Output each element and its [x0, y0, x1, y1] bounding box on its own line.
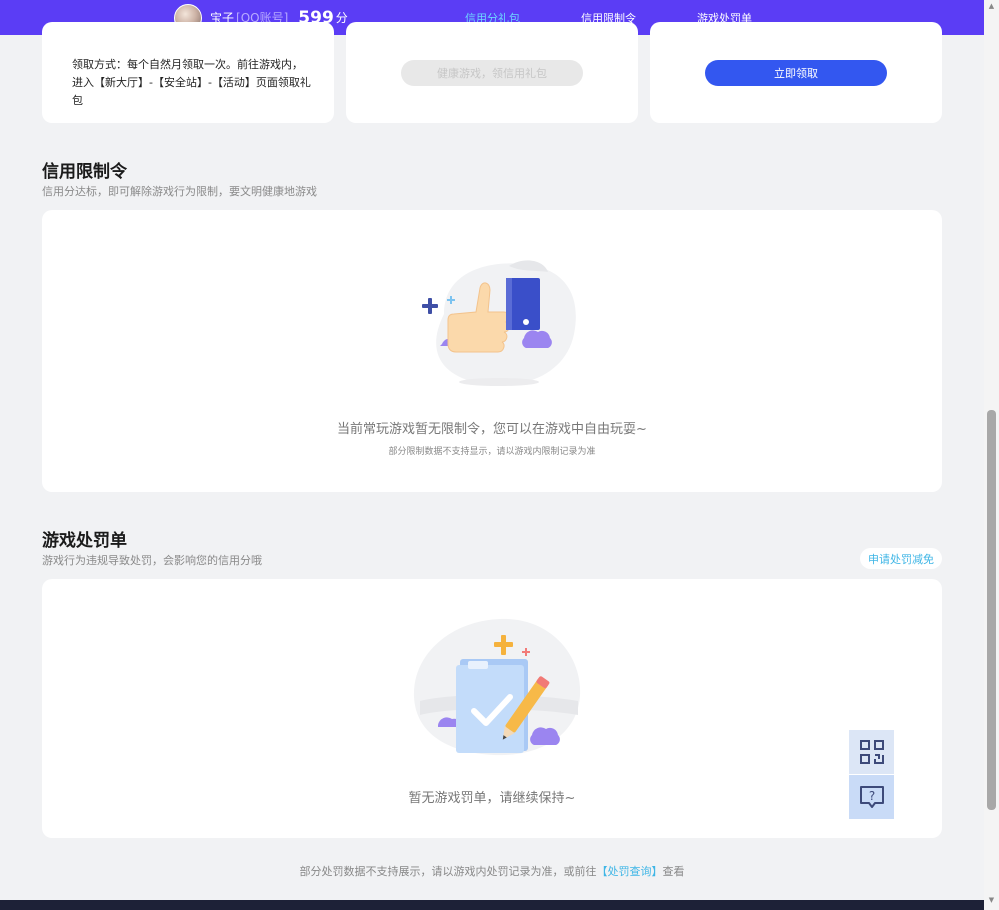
scroll-down-arrow[interactable]: ▼	[987, 896, 996, 905]
svg-text:?: ?	[868, 789, 874, 803]
gift-card-2: 健康游戏，领信用礼包	[346, 22, 638, 123]
page-footer-bar	[0, 900, 984, 910]
restriction-empty-note: 部分限制数据不支持显示，请以游戏内限制记录为准	[388, 447, 596, 457]
apply-penalty-reduction-button[interactable]: 申请处罚减免	[860, 548, 942, 569]
claim-instructions: 领取方式：每个自然月领取一次。前往游戏内，进入【新大厅】-【安全站】-【活动】页…	[72, 58, 311, 107]
penalty-section-subtitle: 游戏行为违规导致处罚，会影响您的信用分哦	[42, 554, 262, 567]
claim-now-button[interactable]: 立即领取	[705, 60, 887, 86]
scrollbar-thumb[interactable]	[987, 410, 996, 810]
footer-note-suffix: 查看	[662, 865, 685, 878]
gift-card-1: 领取方式：每个自然月领取一次。前往游戏内，进入【新大厅】-【安全站】-【活动】页…	[42, 22, 334, 123]
scroll-up-arrow[interactable]: ▲	[987, 2, 996, 11]
help-chat-icon: ?	[859, 786, 884, 808]
health-gift-button[interactable]: 健康游戏，领信用礼包	[401, 60, 583, 86]
footer-note-text: 部分处罚数据不支持展示，请以游戏内处罚记录为准，或前往	[299, 865, 597, 878]
help-button[interactable]: ?	[849, 775, 894, 819]
restriction-panel: 当前常玩游戏暂无限制令，您可以在游戏中自由玩耍~ 部分限制数据不支持显示，请以游…	[42, 210, 942, 492]
gift-card-3: 立即领取	[650, 22, 942, 123]
restriction-section-title: 信用限制令	[42, 162, 127, 182]
qr-code-icon	[859, 740, 884, 764]
thumbs-up-illustration	[422, 260, 576, 386]
penalty-section-title: 游戏处罚单	[42, 531, 127, 551]
qr-code-button[interactable]	[849, 730, 894, 774]
penalty-query-link[interactable]: 【处罚查询】	[597, 865, 663, 878]
restriction-empty-text: 当前常玩游戏暂无限制令，您可以在游戏中自由玩耍~	[337, 422, 647, 437]
restriction-section-subtitle: 信用分达标，即可解除游戏行为限制，要文明健康地游戏	[42, 185, 317, 198]
footer-note: 部分处罚数据不支持展示，请以游戏内处罚记录为准，或前往【处罚查询】查看	[0, 863, 984, 879]
checklist-pencil-illustration	[413, 618, 581, 756]
penalty-empty-text: 暂无游戏罚单，请继续保持~	[408, 791, 576, 806]
penalty-panel: 暂无游戏罚单，请继续保持~	[42, 579, 942, 838]
score-unit: 分	[335, 11, 348, 25]
